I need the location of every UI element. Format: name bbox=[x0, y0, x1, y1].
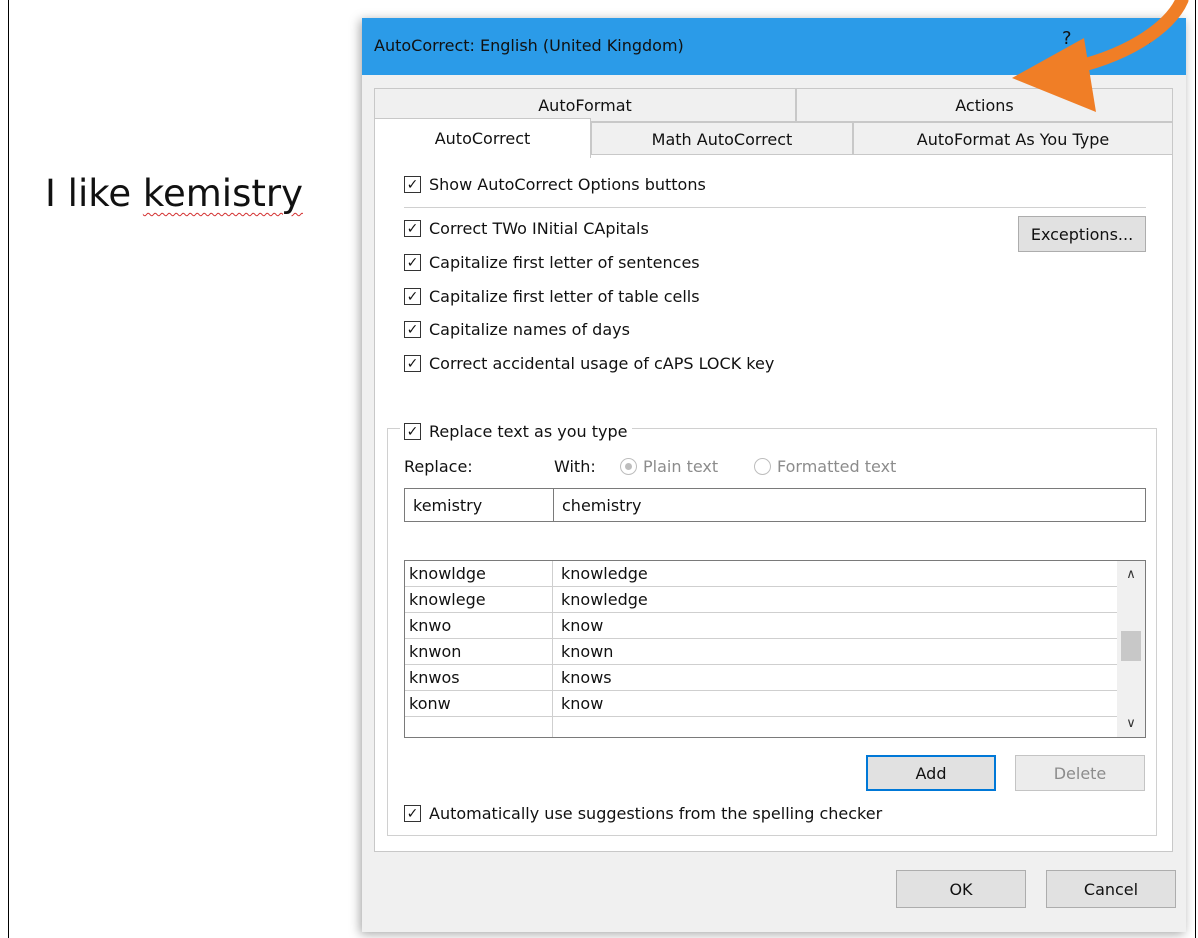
exceptions-button[interactable]: Exceptions... bbox=[1018, 216, 1146, 252]
with-label: With: bbox=[554, 457, 596, 476]
list-item-with: know bbox=[561, 616, 604, 635]
radio-selected-icon bbox=[620, 458, 637, 475]
caps-lock-option[interactable]: ✓ Correct accidental usage of cAPS LOCK k… bbox=[404, 354, 774, 373]
tab-autocorrect[interactable]: AutoCorrect bbox=[374, 118, 591, 158]
list-item-with: know bbox=[561, 694, 604, 713]
list-item-with: knowledge bbox=[561, 590, 648, 609]
chevron-up-icon[interactable]: ∧ bbox=[1117, 567, 1145, 582]
tab-autoformat[interactable]: AutoFormat bbox=[374, 88, 796, 122]
list-item[interactable]: konw know bbox=[405, 691, 1117, 717]
spelling-suggestions-option[interactable]: ✓ Automatically use suggestions from the … bbox=[404, 804, 882, 823]
names-of-days-option[interactable]: ✓ Capitalize names of days bbox=[404, 320, 630, 339]
names-of-days-label: Capitalize names of days bbox=[429, 320, 630, 339]
ok-button[interactable]: OK bbox=[896, 870, 1026, 908]
plain-text-label: Plain text bbox=[643, 457, 719, 476]
checkbox-checked-icon[interactable]: ✓ bbox=[404, 176, 421, 193]
autocorrect-dialog: AutoCorrect: English (United Kingdom) ? … bbox=[362, 18, 1186, 932]
list-item[interactable]: knwon known bbox=[405, 639, 1117, 665]
first-letter-sentences-label: Capitalize first letter of sentences bbox=[429, 253, 700, 272]
dialog-title: AutoCorrect: English (United Kingdom) bbox=[374, 36, 684, 55]
list-item-replace: knwos bbox=[409, 668, 460, 687]
annotation-arrow-icon bbox=[1012, 0, 1189, 112]
list-item[interactable]: knowlege knowledge bbox=[405, 587, 1117, 613]
replace-as-you-type-option[interactable]: ✓ Replace text as you type bbox=[400, 422, 632, 441]
document-text-prefix: I like bbox=[45, 172, 143, 215]
list-item[interactable]: knwo know bbox=[405, 613, 1117, 639]
first-letter-table-cells-label: Capitalize first letter of table cells bbox=[429, 287, 700, 306]
replace-input[interactable]: kemistry bbox=[404, 488, 554, 522]
checkbox-checked-icon[interactable]: ✓ bbox=[404, 321, 421, 338]
formatted-text-option: Formatted text bbox=[754, 457, 896, 476]
checkbox-checked-icon[interactable]: ✓ bbox=[404, 220, 421, 237]
list-item[interactable]: knwos knows bbox=[405, 665, 1117, 691]
checkbox-checked-icon[interactable]: ✓ bbox=[404, 805, 421, 822]
replace-as-you-type-label: Replace text as you type bbox=[429, 422, 628, 441]
misspelled-word[interactable]: kemistry bbox=[143, 172, 303, 215]
checkbox-checked-icon[interactable]: ✓ bbox=[404, 355, 421, 372]
radio-unselected-icon bbox=[754, 458, 771, 475]
list-item-replace: knwo bbox=[409, 616, 452, 635]
show-buttons-label: Show AutoCorrect Options buttons bbox=[429, 175, 706, 194]
delete-button[interactable]: Delete bbox=[1015, 755, 1145, 791]
replacement-list[interactable]: knowldge knowledge knowlege knowledge knwo… bbox=[404, 560, 1146, 738]
column-divider bbox=[552, 561, 553, 737]
spelling-suggestions-label: Automatically use suggestions from the s… bbox=[429, 804, 883, 823]
first-letter-sentences-option[interactable]: ✓ Capitalize first letter of sentences bbox=[404, 253, 700, 272]
list-item-with: known bbox=[561, 642, 614, 661]
list-item-replace: knowlege bbox=[409, 590, 486, 609]
with-input[interactable]: chemistry bbox=[553, 488, 1146, 522]
list-item-replace: knwon bbox=[409, 642, 462, 661]
tab-autoformat-as-you-type[interactable]: AutoFormat As You Type bbox=[853, 122, 1173, 156]
scroll-thumb[interactable] bbox=[1121, 631, 1141, 661]
list-item-with: knows bbox=[561, 668, 612, 687]
tab-math-autocorrect[interactable]: Math AutoCorrect bbox=[591, 122, 853, 156]
list-item-with: knowledge bbox=[561, 564, 648, 583]
first-letter-table-cells-option[interactable]: ✓ Capitalize first letter of table cells bbox=[404, 287, 700, 306]
list-item[interactable]: knowldge knowledge bbox=[405, 561, 1117, 587]
separator bbox=[404, 207, 1146, 208]
replace-label: Replace: bbox=[404, 457, 473, 476]
two-initial-caps-label: Correct TWo INitial CApitals bbox=[429, 219, 649, 238]
cancel-button[interactable]: Cancel bbox=[1046, 870, 1176, 908]
chevron-down-icon[interactable]: ∨ bbox=[1117, 716, 1145, 731]
caps-lock-label: Correct accidental usage of cAPS LOCK ke… bbox=[429, 354, 775, 373]
checkbox-checked-icon[interactable]: ✓ bbox=[404, 423, 421, 440]
two-initial-caps-option[interactable]: ✓ Correct TWo INitial CApitals bbox=[404, 219, 649, 238]
formatted-text-label: Formatted text bbox=[777, 457, 897, 476]
list-scrollbar[interactable]: ∧ ∨ bbox=[1117, 561, 1145, 737]
show-buttons-option[interactable]: ✓ Show AutoCorrect Options buttons bbox=[404, 175, 706, 194]
checkbox-checked-icon[interactable]: ✓ bbox=[404, 254, 421, 271]
list-item-replace: konw bbox=[409, 694, 451, 713]
checkbox-checked-icon[interactable]: ✓ bbox=[404, 288, 421, 305]
add-button[interactable]: Add bbox=[866, 755, 996, 791]
list-item-replace: knowldge bbox=[409, 564, 486, 583]
plain-text-option: Plain text bbox=[620, 457, 718, 476]
document-text[interactable]: I like kemistry bbox=[45, 172, 303, 215]
